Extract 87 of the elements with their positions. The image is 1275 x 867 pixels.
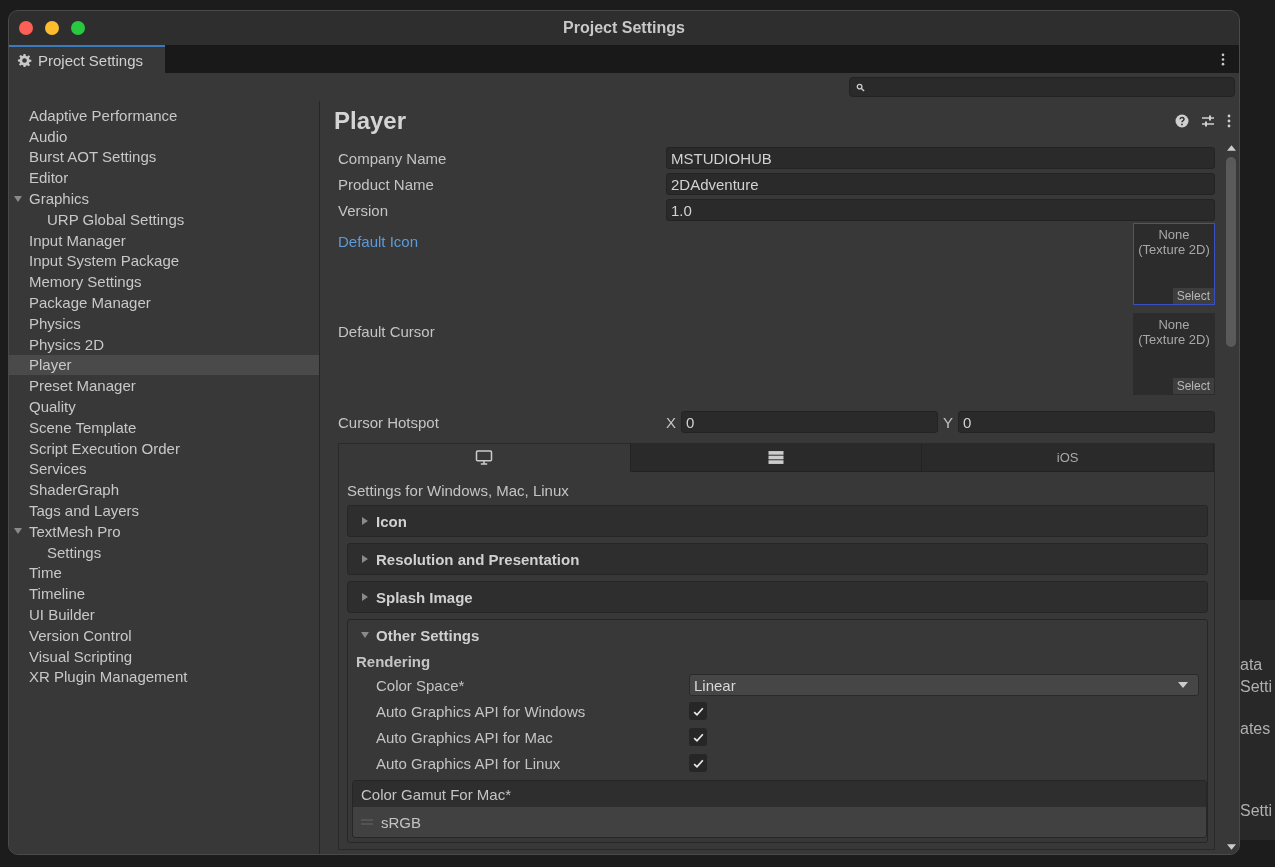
checkbox[interactable]	[689, 702, 707, 720]
section-header[interactable]: Resolution and Presentation	[348, 544, 1207, 574]
platform-tab[interactable]: iOS	[922, 444, 1214, 472]
scroll-down-icon[interactable]	[1226, 844, 1236, 850]
group-heading: Rendering	[356, 651, 432, 672]
background-text: ates	[1240, 720, 1271, 738]
field-label: Company Name	[338, 149, 448, 167]
monitor-icon	[475, 450, 494, 465]
zoom-button[interactable]	[71, 21, 85, 35]
sidebar-item[interactable]: UI Builder	[9, 604, 319, 625]
select-button[interactable]: Select	[1172, 378, 1214, 394]
field-label: Auto Graphics API for Linux	[376, 754, 562, 772]
sidebar-item[interactable]: Settings	[9, 541, 319, 563]
checkbox[interactable]	[689, 754, 707, 772]
color-space-dropdown[interactable]: Linear	[689, 674, 1199, 696]
platform-caption: Settings for Windows, Mac, Linux	[347, 482, 570, 499]
field-link[interactable]: Default Icon	[338, 233, 666, 250]
y-field[interactable]: 0	[958, 411, 1215, 433]
sidebar-item[interactable]: TextMesh Pro	[9, 520, 319, 542]
sidebar-item[interactable]: Input System Package	[9, 250, 319, 272]
text-field[interactable]: 2DAdventure	[666, 173, 1215, 195]
sidebar-item[interactable]: Burst AOT Settings	[9, 146, 319, 168]
text-field[interactable]: MSTUDIOHUB	[666, 147, 1215, 169]
search-field[interactable]	[849, 77, 1235, 97]
x-field[interactable]: 0	[681, 411, 938, 433]
minimize-button[interactable]	[45, 21, 59, 35]
x-label: X	[666, 413, 676, 431]
sidebar-item[interactable]: Player	[9, 354, 319, 376]
sidebar-item[interactable]: Timeline	[9, 583, 319, 605]
texture-picker[interactable]: None (Texture 2D) Select	[1133, 223, 1215, 305]
expand-arrow-icon[interactable]	[13, 193, 23, 204]
caret-icon	[1178, 682, 1188, 688]
section-header[interactable]: Splash Image	[348, 582, 1207, 612]
section-header[interactable]: Icon	[348, 506, 1207, 536]
checkbox[interactable]	[689, 728, 707, 746]
sidebar-item[interactable]: Adaptive Performance	[9, 105, 319, 126]
sidebar-item[interactable]: Version Control	[9, 624, 319, 646]
close-button[interactable]	[19, 21, 33, 35]
sidebar-item[interactable]: XR Plugin Management	[9, 666, 319, 688]
sidebar-item[interactable]: Memory Settings	[9, 271, 319, 293]
sidebar-item[interactable]: URP Global Settings	[9, 209, 319, 230]
help-icon[interactable]	[1175, 114, 1189, 128]
sidebar-item[interactable]: Preset Manager	[9, 375, 319, 397]
field-label: Color Space*	[376, 676, 466, 694]
sidebar-item[interactable]: Scene Template	[9, 416, 319, 438]
sidebar-item[interactable]: Graphics	[9, 188, 319, 209]
panel-title: Player	[334, 107, 407, 135]
sidebar-item[interactable]: Input Manager	[9, 229, 319, 251]
window-tab[interactable]: Project Settings	[9, 45, 166, 73]
settings-icon	[17, 52, 32, 68]
sliders-icon[interactable]	[1201, 114, 1215, 128]
window-title: Project Settings	[563, 19, 685, 37]
background-text: Setti	[1240, 802, 1272, 820]
sidebar-item[interactable]: Physics 2D	[9, 333, 319, 355]
list-item[interactable]: sRGB	[353, 807, 1206, 837]
sidebar-item[interactable]: Script Execution Order	[9, 437, 319, 459]
field-label: Default Cursor	[338, 323, 436, 340]
background-text: ata	[1240, 656, 1263, 674]
sidebar-item[interactable]: Package Manager	[9, 292, 319, 313]
field-label: Auto Graphics API for Mac	[376, 728, 554, 746]
field-label: Auto Graphics API for Windows	[376, 702, 587, 720]
y-label: Y	[943, 413, 953, 431]
list-header: Color Gamut For Mac*	[353, 781, 1206, 807]
more-icon[interactable]	[1227, 114, 1231, 128]
scroll-up-icon[interactable]	[1226, 145, 1236, 151]
field-label: Product Name	[338, 175, 435, 193]
sidebar-item[interactable]: Physics	[9, 312, 319, 334]
sidebar-item[interactable]: Tags and Layers	[9, 500, 319, 521]
sidebar-item[interactable]: Editor	[9, 167, 319, 189]
field-label: Cursor Hotspot	[338, 413, 440, 431]
field-label: Version	[338, 201, 390, 219]
more-icon[interactable]	[1221, 52, 1225, 66]
sidebar-item[interactable]: Time	[9, 562, 319, 584]
select-button[interactable]: Select	[1172, 288, 1214, 304]
search-icon	[856, 82, 865, 92]
scroll-thumb[interactable]	[1226, 157, 1236, 347]
sidebar-item[interactable]: Quality	[9, 396, 319, 417]
text-field[interactable]: 1.0	[666, 199, 1215, 221]
platform-tab[interactable]	[630, 444, 923, 472]
sidebar-item[interactable]: Services	[9, 458, 319, 480]
sidebar-item[interactable]: ShaderGraph	[9, 479, 319, 501]
sidebar-item[interactable]: Visual Scripting	[9, 645, 319, 667]
background-text: Setti	[1240, 678, 1272, 696]
sidebar-item[interactable]: Audio	[9, 125, 319, 147]
section-header[interactable]: Other Settings	[348, 620, 1207, 650]
server-icon	[767, 450, 785, 465]
texture-picker[interactable]: None (Texture 2D) Select	[1133, 313, 1215, 395]
